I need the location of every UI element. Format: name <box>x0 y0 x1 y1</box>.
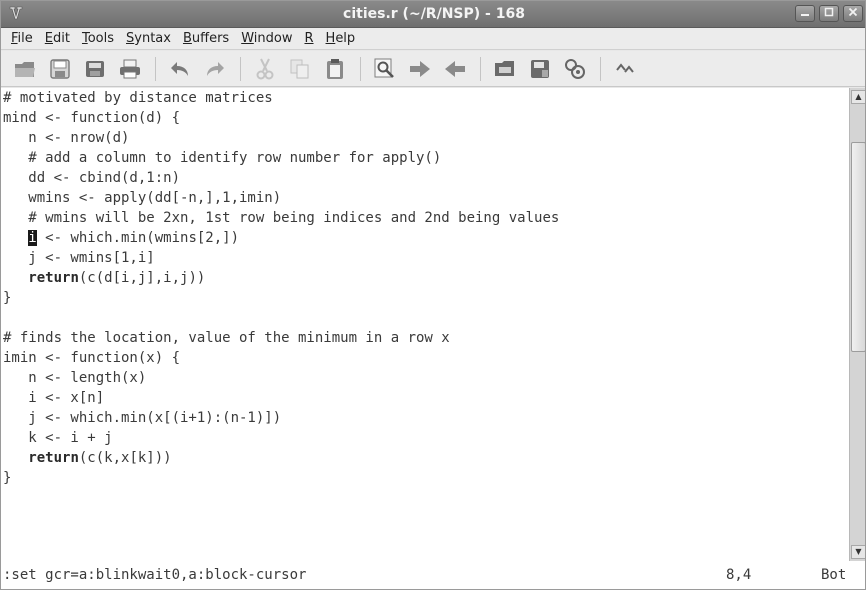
cursor-position: 8,4 <box>726 567 752 583</box>
code-line: # motivated by distance matrices <box>3 90 273 106</box>
find-next-icon[interactable] <box>408 57 432 81</box>
toolbar-separator <box>240 56 241 81</box>
redo-icon[interactable] <box>203 57 227 81</box>
command-text: :set gcr=a:blinkwait0,a:block-cursor <box>3 567 307 583</box>
menu-file[interactable]: File <box>5 31 39 46</box>
find-replace-icon[interactable] <box>373 57 397 81</box>
code-line: k <- i + j <box>3 430 113 446</box>
vim-window: cities.r (~/R/NSP) - 168 File Edit Tools… <box>0 0 866 590</box>
menu-tools[interactable]: Tools <box>76 31 120 46</box>
close-button[interactable] <box>843 5 863 22</box>
block-cursor: i <box>28 230 37 246</box>
code-line: j <- which.min(x[(i+1):(n-1)]) <box>3 410 282 426</box>
scroll-position: Bot <box>821 567 847 583</box>
code-line: dd <- cbind(d,1:n) <box>3 170 181 186</box>
toolbar-separator <box>360 56 361 81</box>
code-line: } <box>3 470 12 486</box>
code-line: } <box>3 290 12 306</box>
toolbar <box>1 51 865 87</box>
scroll-up-arrow-icon[interactable]: ▲ <box>851 90 865 104</box>
code-line: # wmins will be 2xn, 1st row being indic… <box>3 210 560 226</box>
save-icon[interactable] <box>48 57 72 81</box>
menu-syntax[interactable]: Syntax <box>120 31 177 46</box>
code-line: mind <- function(d) { <box>3 110 181 126</box>
menu-help[interactable]: Help <box>320 31 362 46</box>
paste-icon[interactable] <box>323 57 347 81</box>
scrollbar-thumb[interactable] <box>851 142 865 352</box>
make-icon[interactable] <box>613 57 637 81</box>
return-keyword: return <box>28 450 79 466</box>
load-session-icon[interactable] <box>493 57 517 81</box>
title-bar[interactable]: cities.r (~/R/NSP) - 168 <box>1 1 865 28</box>
command-line[interactable]: :set gcr=a:blinkwait0,a:block-cursor 8,4… <box>1 561 865 589</box>
menu-window[interactable]: Window <box>235 31 298 46</box>
code-line: imin <- function(x) { <box>3 350 181 366</box>
vertical-scrollbar[interactable]: ▲ ▼ <box>849 88 865 561</box>
menu-edit[interactable]: Edit <box>39 31 76 46</box>
code-line: n <- nrow(d) <box>3 130 130 146</box>
return-keyword: return <box>28 270 79 286</box>
undo-icon[interactable] <box>168 57 192 81</box>
copy-icon[interactable] <box>288 57 312 81</box>
toolbar-separator <box>155 56 156 81</box>
code-line: # add a column to identify row number fo… <box>3 150 442 166</box>
run-script-icon[interactable] <box>563 57 587 81</box>
code-editor[interactable]: # motivated by distance matrices mind <-… <box>1 88 849 561</box>
toolbar-separator <box>600 56 601 81</box>
open-icon[interactable] <box>13 57 37 81</box>
save-session-icon[interactable] <box>528 57 552 81</box>
code-line: return(c(d[i,j],i,j)) <box>28 270 206 286</box>
cut-icon[interactable] <box>253 57 277 81</box>
code-line: n <- length(x) <box>3 370 147 386</box>
print-icon[interactable] <box>118 57 142 81</box>
code-line: # finds the location, value of the minim… <box>3 330 450 346</box>
maximize-button[interactable] <box>819 5 839 22</box>
code-line: j <- wmins[1,i] <box>3 250 155 266</box>
code-line: return(c(k,x[k])) <box>28 450 172 466</box>
menu-buffers[interactable]: Buffers <box>177 31 235 46</box>
save-all-icon[interactable] <box>83 57 107 81</box>
toolbar-separator <box>480 56 481 81</box>
minimize-button[interactable] <box>795 5 815 22</box>
code-line: wmins <- apply(dd[-n,],1,imin) <box>3 190 282 206</box>
find-prev-icon[interactable] <box>443 57 467 81</box>
menu-r[interactable]: R <box>298 31 319 46</box>
code-line: i <- x[n] <box>3 390 105 406</box>
scroll-down-arrow-icon[interactable]: ▼ <box>851 545 865 559</box>
menu-bar: File Edit Tools Syntax Buffers Window R … <box>1 28 865 50</box>
code-line: i <- which.min(wmins[2,]) <box>28 230 240 246</box>
window-title: cities.r (~/R/NSP) - 168 <box>343 6 525 22</box>
